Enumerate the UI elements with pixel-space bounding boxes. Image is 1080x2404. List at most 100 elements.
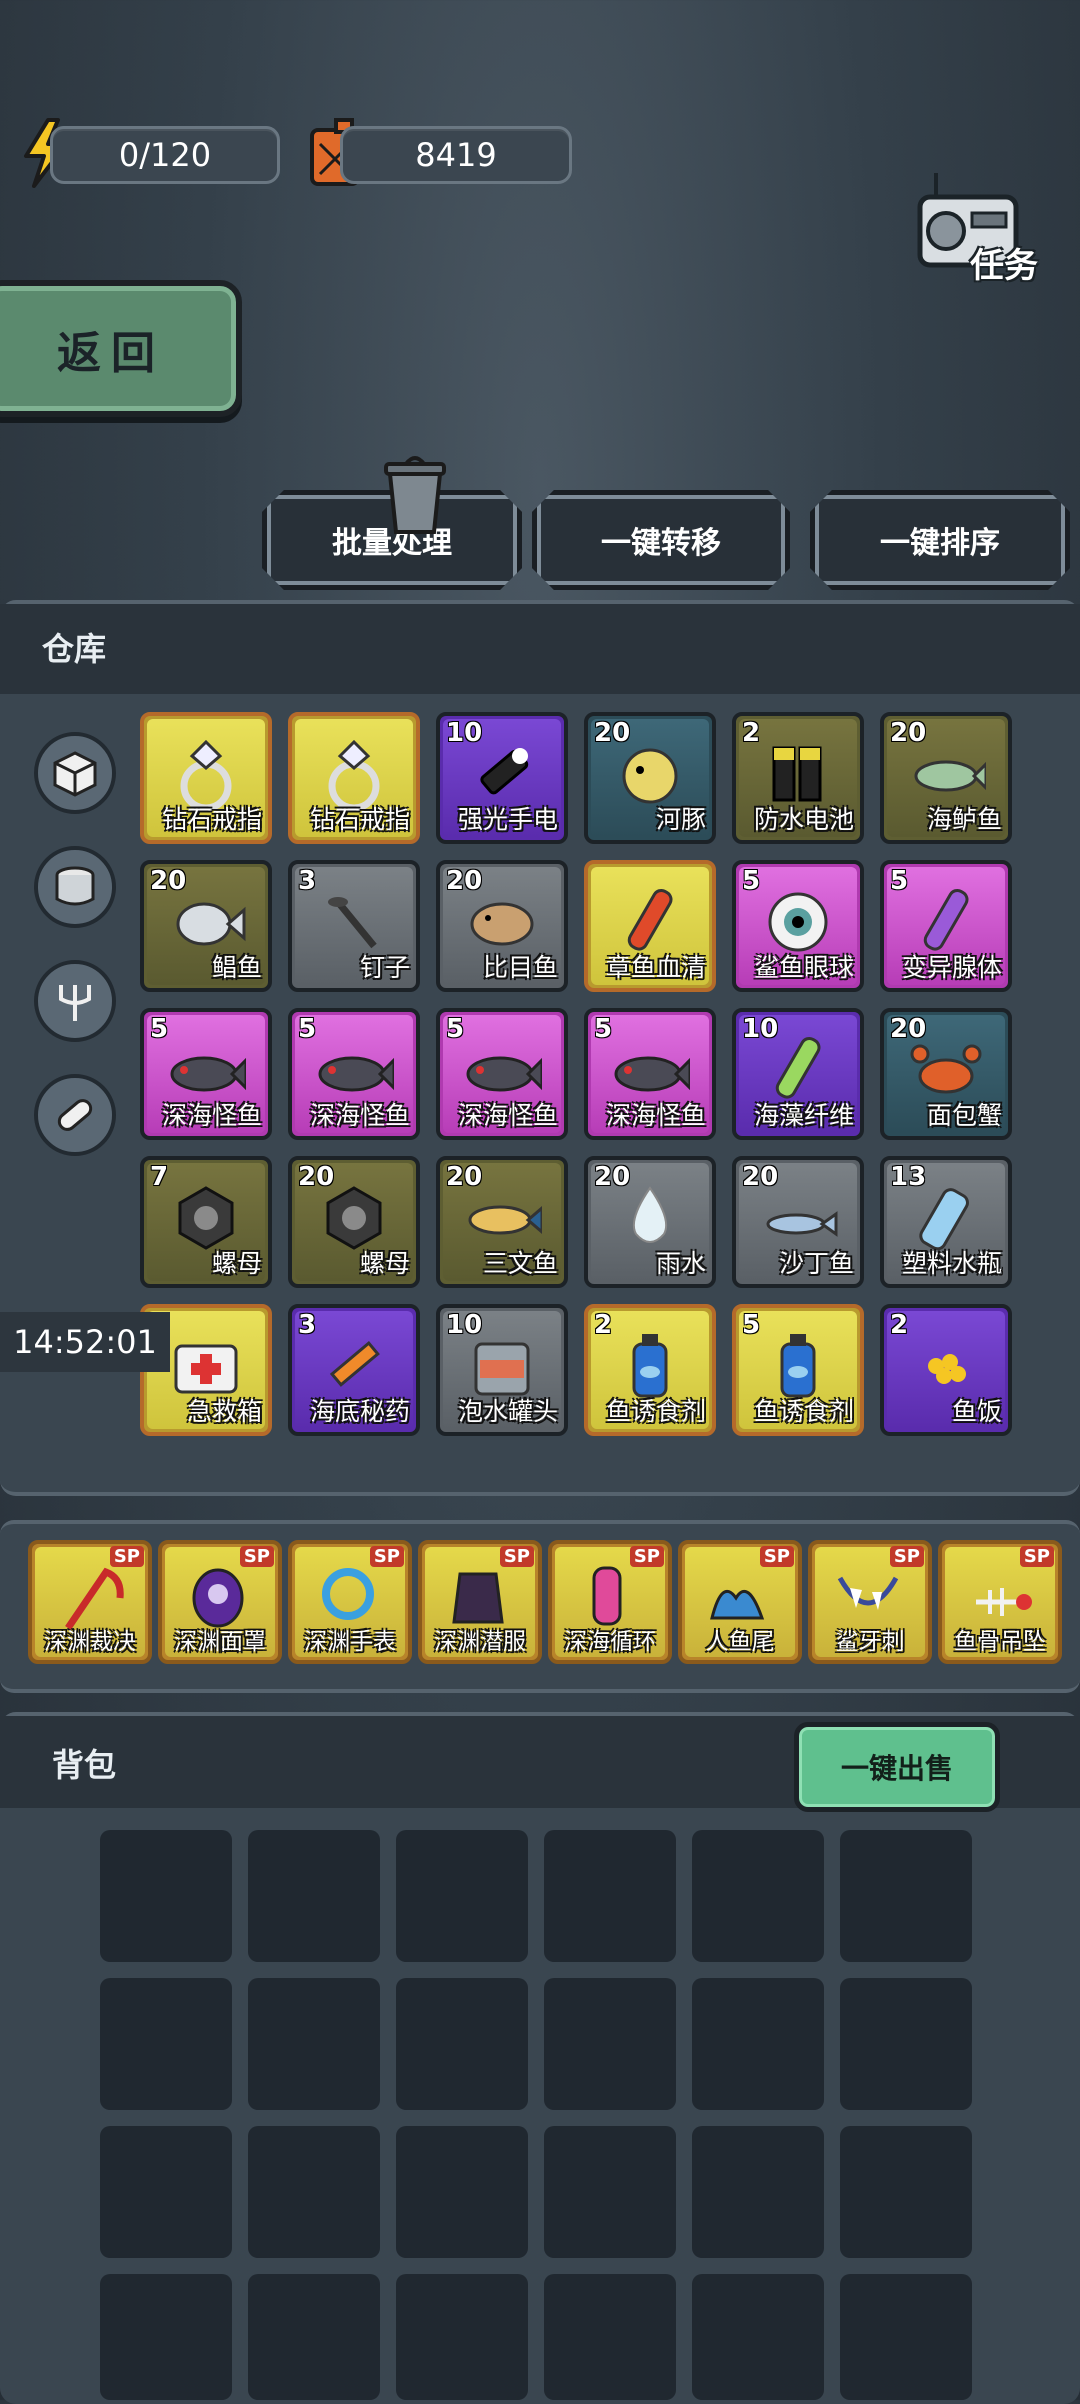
warehouse-item[interactable]: 5 变异腺体	[880, 860, 1012, 992]
warehouse-item[interactable]: 20 沙丁鱼	[732, 1156, 864, 1288]
filter-trident-icon[interactable]	[34, 960, 116, 1042]
filter-can-icon[interactable]	[34, 846, 116, 928]
item-count: 5	[446, 1014, 465, 1044]
item-count: 3	[298, 1310, 317, 1340]
backpack-slot[interactable]	[248, 1978, 380, 2110]
item-name: 深海怪鱼	[605, 1101, 706, 1130]
filter-pill-icon[interactable]	[34, 1074, 116, 1156]
backpack-slot[interactable]	[692, 2274, 824, 2400]
warehouse-item[interactable]: 20 螺母	[288, 1156, 420, 1288]
equipment-name: 鱼骨吊坠	[954, 1629, 1046, 1655]
one-click-sell-button[interactable]: 一键出售	[794, 1722, 1000, 1812]
backpack-slot[interactable]	[396, 1978, 528, 2110]
backpack-slot[interactable]	[692, 1830, 824, 1962]
filter-cube-icon[interactable]	[34, 732, 116, 814]
item-name: 泡水罐头	[457, 1397, 558, 1426]
backpack-slot[interactable]	[396, 2126, 528, 2258]
warehouse-item[interactable]: 2 防水电池	[732, 712, 864, 844]
fishbone-pendant-icon	[976, 1588, 1032, 1616]
item-name: 雨水	[655, 1249, 706, 1278]
equipment-slot[interactable]: SP 深渊潜服	[418, 1540, 542, 1664]
backpack-slot[interactable]	[840, 2126, 972, 2258]
warehouse-item[interactable]: 20 海鲈鱼	[880, 712, 1012, 844]
item-name: 螺母	[359, 1249, 410, 1278]
item-count: 2	[890, 1310, 909, 1340]
backpack-slot[interactable]	[840, 1830, 972, 1962]
warehouse-item[interactable]: 7 螺母	[140, 1156, 272, 1288]
sp-badge: SP	[889, 1546, 924, 1567]
backpack-slot[interactable]	[840, 1978, 972, 2110]
warehouse-item[interactable]: 20 雨水	[584, 1156, 716, 1288]
equipment-slot[interactable]: SP 深海循环	[548, 1540, 672, 1664]
warehouse-item[interactable]: 5 鱼诱食剂	[732, 1304, 864, 1436]
backpack-slot[interactable]	[248, 1830, 380, 1962]
item-name: 鱼诱食剂	[753, 1397, 854, 1426]
warehouse-item[interactable]: 13 塑料水瓶	[880, 1156, 1012, 1288]
equipment-name: 深海循环	[564, 1629, 656, 1655]
warehouse-item[interactable]: 5 深海怪鱼	[288, 1008, 420, 1140]
warehouse-item[interactable]: 5 深海怪鱼	[140, 1008, 272, 1140]
backpack-slot[interactable]	[396, 1830, 528, 1962]
equipment-slot[interactable]: SP 鱼骨吊坠	[938, 1540, 1062, 1664]
warehouse-item[interactable]: 3 海底秘药	[288, 1304, 420, 1436]
backpack-slot[interactable]	[248, 2274, 380, 2400]
one-click-sort-button[interactable]: 一键排序	[810, 490, 1070, 590]
equipment-slot[interactable]: SP 深渊裁决	[28, 1540, 152, 1664]
backpack-slot[interactable]	[544, 1830, 676, 1962]
backpack-slot[interactable]	[840, 2274, 972, 2400]
sp-badge: SP	[759, 1546, 794, 1567]
backpack-slot[interactable]	[396, 2274, 528, 2400]
item-name: 面包蟹	[926, 1101, 1002, 1130]
backpack-slot[interactable]	[544, 2274, 676, 2400]
warehouse-item[interactable]: 2 鱼饭	[880, 1304, 1012, 1436]
equipment-slot[interactable]: SP 鲨牙刺	[808, 1540, 932, 1664]
warehouse-item[interactable]: 5 深海怪鱼	[584, 1008, 716, 1140]
fins-icon	[710, 1589, 765, 1620]
one-click-transfer-button[interactable]: 一键转移	[532, 490, 790, 590]
warehouse-item[interactable]: 10 海藻纤维	[732, 1008, 864, 1140]
equipment-slot[interactable]: SP 深渊手表	[288, 1540, 412, 1664]
timer-value: 14:52:01	[13, 1323, 157, 1361]
warehouse-item[interactable]: 2 鱼诱食剂	[584, 1304, 716, 1436]
item-count: 5	[150, 1014, 169, 1044]
warehouse-item[interactable]: 20 比目鱼	[436, 860, 568, 992]
warehouse-item[interactable]: 章鱼血清	[584, 860, 716, 992]
item-name: 螺母	[211, 1249, 262, 1278]
backpack-slot[interactable]	[248, 2126, 380, 2258]
backpack-slot[interactable]	[544, 2126, 676, 2258]
warehouse-item[interactable]: 10 强光手电	[436, 712, 568, 844]
backpack-slot[interactable]	[100, 1830, 232, 1962]
warehouse-item[interactable]: 20 三文鱼	[436, 1156, 568, 1288]
warehouse-item[interactable]: 3 钉子	[288, 860, 420, 992]
warehouse-item[interactable]: 钻石戒指	[288, 712, 420, 844]
warehouse-item[interactable]: 钻石戒指	[140, 712, 272, 844]
warehouse-item[interactable]: 5 鲨鱼眼球	[732, 860, 864, 992]
task-label[interactable]: 任务	[970, 238, 1038, 287]
backpack-slot[interactable]	[100, 1978, 232, 2110]
equipment-slot[interactable]: SP 人鱼尾	[678, 1540, 802, 1664]
item-count: 20	[594, 718, 631, 748]
warehouse-item[interactable]: 5 深海怪鱼	[436, 1008, 568, 1140]
item-count: 20	[890, 718, 927, 748]
fuel-value: 8419	[415, 136, 497, 174]
backpack-slot[interactable]	[100, 2126, 232, 2258]
backpack-slot[interactable]	[100, 2274, 232, 2400]
item-name: 急救箱	[186, 1397, 262, 1426]
warehouse-item[interactable]: 20 鲳鱼	[140, 860, 272, 992]
scythe-icon	[65, 1567, 124, 1630]
warehouse-item[interactable]: 20 河豚	[584, 712, 716, 844]
equipment-slot[interactable]: SP 深渊面罩	[158, 1540, 282, 1664]
item-count: 10	[446, 718, 483, 748]
backpack-slot[interactable]	[692, 1978, 824, 2110]
item-name: 海藻纤维	[753, 1101, 854, 1130]
item-name: 深海怪鱼	[309, 1101, 410, 1130]
one-click-sort-label: 一键排序	[880, 526, 1000, 561]
back-button-label: 返回	[57, 327, 165, 379]
backpack-slot[interactable]	[544, 1978, 676, 2110]
back-button[interactable]: 返回	[0, 280, 242, 417]
backpack-slot[interactable]	[692, 2126, 824, 2258]
warehouse-item[interactable]: 10 泡水罐头	[436, 1304, 568, 1436]
warehouse-item[interactable]: 20 面包蟹	[880, 1008, 1012, 1140]
sp-badge: SP	[239, 1546, 274, 1567]
item-name: 海底秘药	[309, 1397, 410, 1426]
